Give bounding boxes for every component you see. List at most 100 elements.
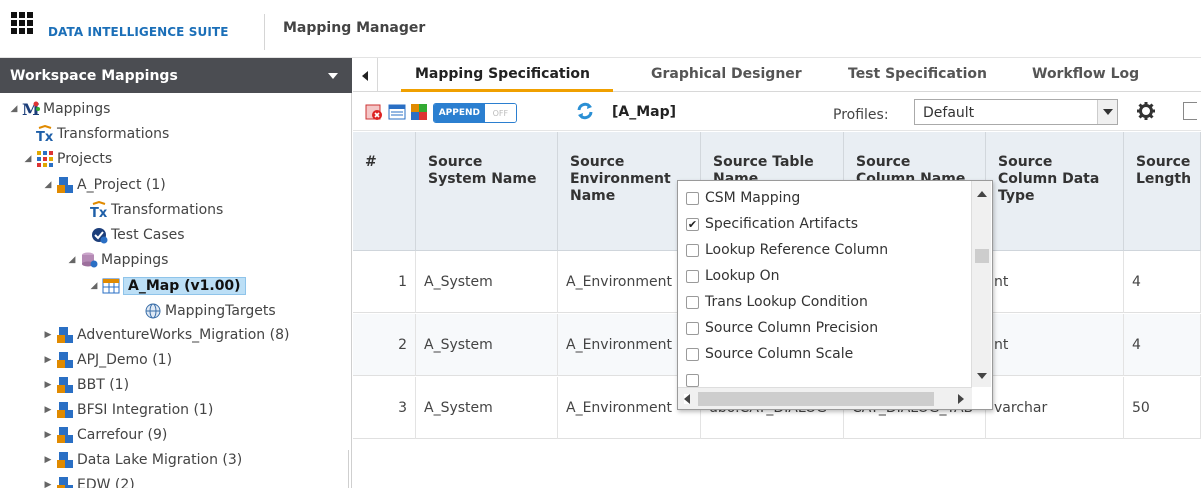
column-option[interactable]: CSM Mapping [686,185,800,211]
checkbox[interactable] [686,373,699,387]
tree-node-project[interactable]: ▶ APJ_Demo (1) [42,349,172,371]
panel-resize-handle[interactable] [348,450,349,488]
app-launcher-icon[interactable] [11,12,33,34]
tree-node-project[interactable]: ▶ BFSI Integration (1) [42,399,213,421]
collapse-icon[interactable]: ◢ [42,180,54,190]
project-icon [56,326,74,344]
column-header-index[interactable]: # [353,132,416,251]
tree-node-label: Data Lake Migration (3) [77,452,243,468]
expand-icon[interactable]: ▶ [42,355,54,365]
collapse-icon[interactable]: ◢ [8,104,20,114]
project-icon [56,426,74,444]
tree-node-a-project-mappings[interactable]: ◢ Mappings [66,249,169,271]
refresh-icon[interactable] [575,101,593,120]
column-option[interactable]: Lookup On [686,263,779,289]
tree-node-label: Carrefour (9) [77,427,168,443]
scroll-right-icon[interactable] [958,394,964,404]
tree-node-label: MappingTargets [165,303,276,319]
checkbox[interactable] [686,269,699,283]
expand-icon[interactable]: ▶ [42,480,54,488]
scrollbar-thumb[interactable] [975,249,989,263]
collapse-icon[interactable]: ◢ [22,154,34,164]
collapse-icon[interactable]: ◢ [88,281,100,291]
view-icon[interactable] [388,103,406,121]
tree-node-a-map[interactable]: ◢ A_Map (v1.00) [88,275,246,297]
cell-length[interactable]: 4 [1124,251,1201,313]
column-option[interactable]: ✔ Specification Artifacts [686,211,858,237]
current-map-name: [A_Map] [612,104,677,120]
expand-icon[interactable]: ▶ [42,455,54,465]
profiles-select[interactable]: Default [914,99,1118,125]
tree-node-project[interactable]: ▶ Carrefour (9) [42,424,167,446]
scroll-down-icon[interactable] [977,373,987,379]
chevron-down-icon[interactable] [1097,100,1117,124]
column-option-label: Lookup Reference Column [705,242,889,258]
scroll-up-icon[interactable] [977,191,987,197]
cell-data-type[interactable]: nt [986,314,1124,376]
expand-icon[interactable]: ▶ [42,405,54,415]
append-toggle[interactable]: APPEND OFF [433,103,517,123]
cell-data-type[interactable]: varchar [986,377,1124,439]
workspace-header[interactable]: Workspace Mappings [0,58,352,93]
tree-node-project[interactable]: ▶ AdventureWorks_Migration (8) [42,324,289,346]
tab-test-specification[interactable]: Test Specification [848,66,987,82]
vertical-scrollbar[interactable] [971,181,991,387]
scroll-left-icon[interactable] [684,394,690,404]
cell-data-type[interactable]: nt [986,251,1124,313]
cell-source-system[interactable]: A_System [416,377,558,439]
column-header-source-system-name[interactable]: Source System Name [416,132,558,251]
checkbox[interactable] [686,321,699,335]
collapse-icon[interactable]: ◢ [66,255,78,265]
column-option[interactable]: Source Column Scale [686,341,853,367]
scrollbar-thumb[interactable] [698,392,934,406]
column-option[interactable]: Trans Lookup Condition [686,289,868,315]
cell-source-system[interactable]: A_System [416,314,558,376]
delete-map-icon[interactable] [365,103,383,121]
horizontal-scrollbar[interactable] [678,387,972,409]
mappings-tree: ◢ M Mappings Tx Transformations ◢ Projec… [0,96,352,488]
tab-workflow-log[interactable]: Workflow Log [1032,66,1139,82]
expand-icon[interactable]: ▶ [42,380,54,390]
tree-node-a-project-transformations[interactable]: Tx Transformations [88,199,223,221]
checkbox[interactable] [686,243,699,257]
import-icon[interactable] [410,103,428,121]
tree-node-mapping-targets[interactable]: MappingTargets [142,300,276,322]
chevron-down-icon[interactable] [328,73,338,79]
tree-node-project[interactable]: ▶ EDW (2) [42,474,135,488]
tab-mapping-specification[interactable]: Mapping Specification [415,66,590,82]
tree-node-mappings-root[interactable]: ◢ M Mappings [8,98,111,120]
tree-node-label: APJ_Demo (1) [77,352,173,368]
document-icon[interactable] [1183,102,1197,120]
suite-name[interactable]: DATA INTELLIGENCE SUITE [48,25,229,39]
column-option-partial[interactable] [686,367,705,387]
tree-node-transformations[interactable]: Tx Transformations [34,123,169,145]
expand-icon[interactable]: ▶ [42,330,54,340]
column-option[interactable]: Source Column Precision [686,315,878,341]
checkbox[interactable] [686,347,699,361]
top-bar: DATA INTELLIGENCE SUITE Mapping Manager [0,0,1201,58]
tree-node-project[interactable]: ▶ BBT (1) [42,374,129,396]
tree-node-label: Projects [57,151,113,167]
cell-length[interactable]: 50 [1124,377,1201,439]
mappings-icon [80,251,98,269]
tab-graphical-designer[interactable]: Graphical Designer [651,66,802,82]
tree-node-label: AdventureWorks_Migration (8) [77,327,290,343]
cell-length[interactable]: 4 [1124,314,1201,376]
column-option[interactable]: Lookup Reference Column [686,237,888,263]
toolbar: APPEND OFF [A_Map] Profiles: Default [353,93,1201,131]
gear-icon[interactable] [1137,102,1155,120]
tree-node-projects[interactable]: ◢ Projects [22,148,112,170]
checkbox[interactable] [686,191,699,205]
tree-node-a-project[interactable]: ◢ A_Project (1) [42,174,166,196]
checkbox[interactable] [686,295,699,309]
project-icon [56,476,74,488]
page-title: Mapping Manager [283,20,426,36]
column-header-source-column-data-type[interactable]: Source Column Data Type [986,132,1124,251]
expand-icon[interactable]: ▶ [42,430,54,440]
collapse-panel-icon[interactable] [357,68,373,84]
checkbox-checked[interactable]: ✔ [686,217,699,231]
tree-node-test-cases[interactable]: Test Cases [88,224,185,246]
column-header-source-length[interactable]: Source Length [1124,132,1201,251]
tree-node-project[interactable]: ▶ Data Lake Migration (3) [42,449,242,471]
cell-source-system[interactable]: A_System [416,251,558,313]
